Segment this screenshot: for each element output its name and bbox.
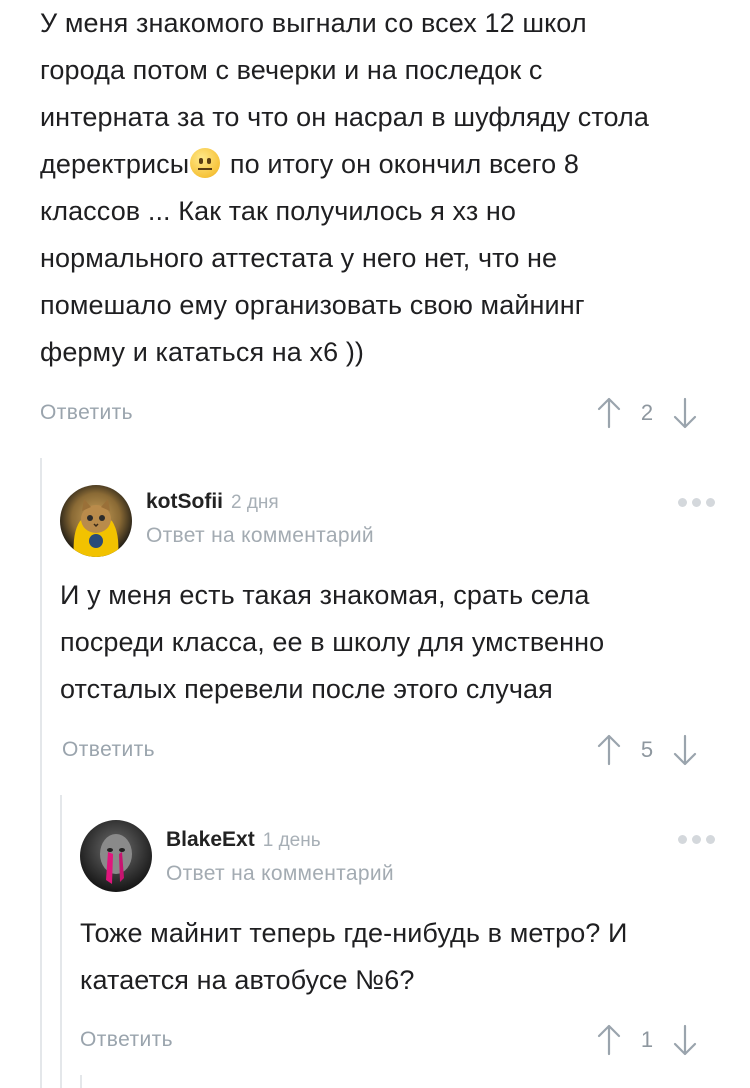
- comment-time: 2 дня: [231, 492, 279, 513]
- arrow-down-icon[interactable]: [672, 734, 698, 766]
- comment-line: катается на автобусе №6?: [80, 965, 415, 995]
- comment-fragment: по итогу он окончил всего 8: [222, 149, 579, 179]
- comment-line: И у меня есть такая знакомая, срать села: [60, 580, 590, 610]
- comment-line: ферму и кататься на х6 )): [40, 337, 364, 367]
- arrow-up-icon[interactable]: [596, 397, 622, 429]
- comment-line: деректрисы по итогу он окончил всего 8: [40, 141, 649, 188]
- arrow-down-icon[interactable]: [672, 397, 698, 429]
- comment-line: города потом с вечерки и на последок с: [40, 55, 543, 85]
- vote-controls: 1: [596, 1024, 698, 1056]
- thread-line: [60, 795, 62, 1088]
- comment-line: классов ... Как так получилось я хз но: [40, 196, 517, 226]
- vote-count: 1: [640, 1027, 654, 1052]
- more-dots-icon[interactable]: [678, 498, 715, 507]
- author-name[interactable]: kotSofii: [146, 490, 223, 513]
- face-avatar-icon: [100, 834, 132, 884]
- comment-line: помешало ему организовать свою майнинг: [40, 290, 585, 320]
- avatar[interactable]: [80, 820, 152, 892]
- reply-comment-text: И у меня есть такая знакомая, срать села…: [60, 572, 604, 713]
- reply-button[interactable]: Ответить: [62, 738, 155, 762]
- reply-to-link[interactable]: Ответ на комментарий: [146, 524, 374, 548]
- arrow-up-icon[interactable]: [596, 734, 622, 766]
- reply-comment-actions: Ответить: [80, 1020, 173, 1060]
- reply-button[interactable]: Ответить: [40, 401, 133, 425]
- comment-fragment: деректрисы: [40, 149, 190, 179]
- comment-time: 1 день: [262, 830, 321, 851]
- comment-line: нормального аттестата у него нет, что не: [40, 243, 558, 273]
- comment-line: интерната за то что он насрал в шуфляду …: [40, 102, 649, 132]
- root-comment-text: У меня знакомого выгнали со всех 12 школ…: [40, 0, 649, 376]
- reply-button[interactable]: Ответить: [80, 1028, 173, 1052]
- thread-line: [40, 458, 42, 1088]
- reply-comment-text: Тоже майнит теперь где-нибудь в метро? И…: [80, 910, 628, 1004]
- vote-controls: 5: [596, 734, 698, 766]
- comment-line: посреди класса, ее в школу для умственно: [60, 627, 605, 657]
- root-comment-actions: Ответить: [40, 393, 133, 433]
- vote-count: 5: [640, 737, 654, 762]
- reply-comment-actions: Ответить: [62, 730, 155, 770]
- comment-author: kotSofii 2 дня: [146, 490, 279, 514]
- neutral-face-emoji-icon: [190, 148, 221, 178]
- author-name[interactable]: BlakeExt: [166, 828, 255, 851]
- more-dots-icon[interactable]: [678, 835, 715, 844]
- arrow-down-icon[interactable]: [672, 1024, 698, 1056]
- comment-line: Тоже майнит теперь где-нибудь в метро? И: [80, 918, 628, 948]
- avatar[interactable]: [60, 485, 132, 557]
- vote-count: 2: [640, 400, 654, 425]
- thread-line: [80, 1075, 82, 1088]
- comment-line: У меня знакомого выгнали со всех 12 школ: [40, 8, 587, 38]
- reply-to-link[interactable]: Ответ на комментарий: [166, 862, 394, 886]
- arrow-up-icon[interactable]: [596, 1024, 622, 1056]
- vote-controls: 2: [596, 397, 698, 429]
- cat-avatar-icon: [73, 499, 119, 557]
- comment-line: отсталых перевели после этого случая: [60, 674, 553, 704]
- comment-author: BlakeExt 1 день: [166, 828, 321, 852]
